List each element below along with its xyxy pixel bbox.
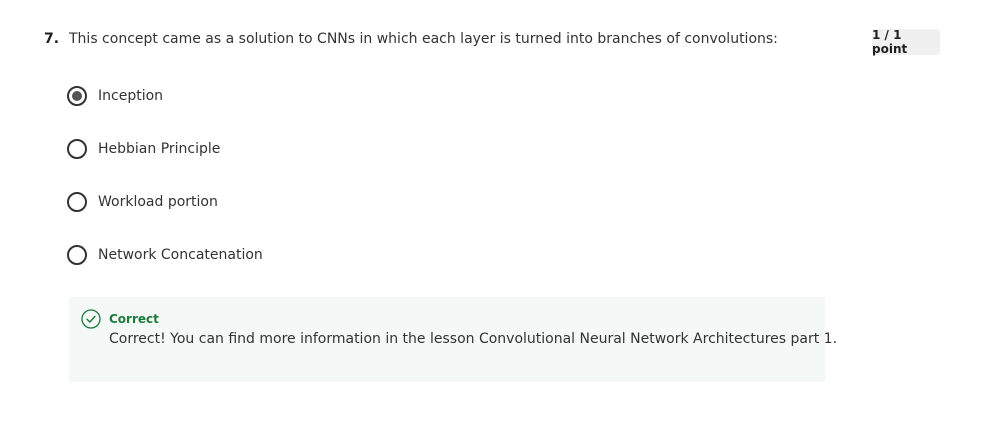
- question-number: 7.: [44, 31, 60, 47]
- question-text: This concept came as a solution to CNNs …: [69, 31, 778, 47]
- radio-button[interactable]: [67, 192, 87, 212]
- quiz-question-page: 7. This concept came as a solution to CN…: [0, 0, 982, 430]
- points-label: 1 / 1 point: [872, 28, 908, 56]
- option-label: Hebbian Principle: [98, 141, 221, 157]
- option-label: Inception: [98, 88, 164, 104]
- radio-selected-dot: [72, 91, 82, 101]
- option-label: Workload portion: [98, 194, 218, 210]
- feedback-status: Correct: [109, 312, 159, 326]
- feedback-message: Correct! You can find more information i…: [109, 331, 838, 347]
- option-hebbian-principle[interactable]: Hebbian Principle: [67, 138, 220, 160]
- option-label: Network Concatenation: [98, 247, 263, 263]
- radio-button-selected[interactable]: [67, 86, 87, 106]
- option-workload-portion[interactable]: Workload portion: [67, 191, 218, 213]
- points-badge: 1 / 1 point: [872, 28, 940, 56]
- check-circle-icon: [81, 309, 101, 329]
- radio-button[interactable]: [67, 245, 87, 265]
- option-network-concatenation[interactable]: Network Concatenation: [67, 244, 263, 266]
- option-inception[interactable]: Inception: [67, 85, 163, 107]
- radio-button[interactable]: [67, 139, 87, 159]
- feedback-panel: Correct Correct! You can find more infor…: [69, 297, 837, 382]
